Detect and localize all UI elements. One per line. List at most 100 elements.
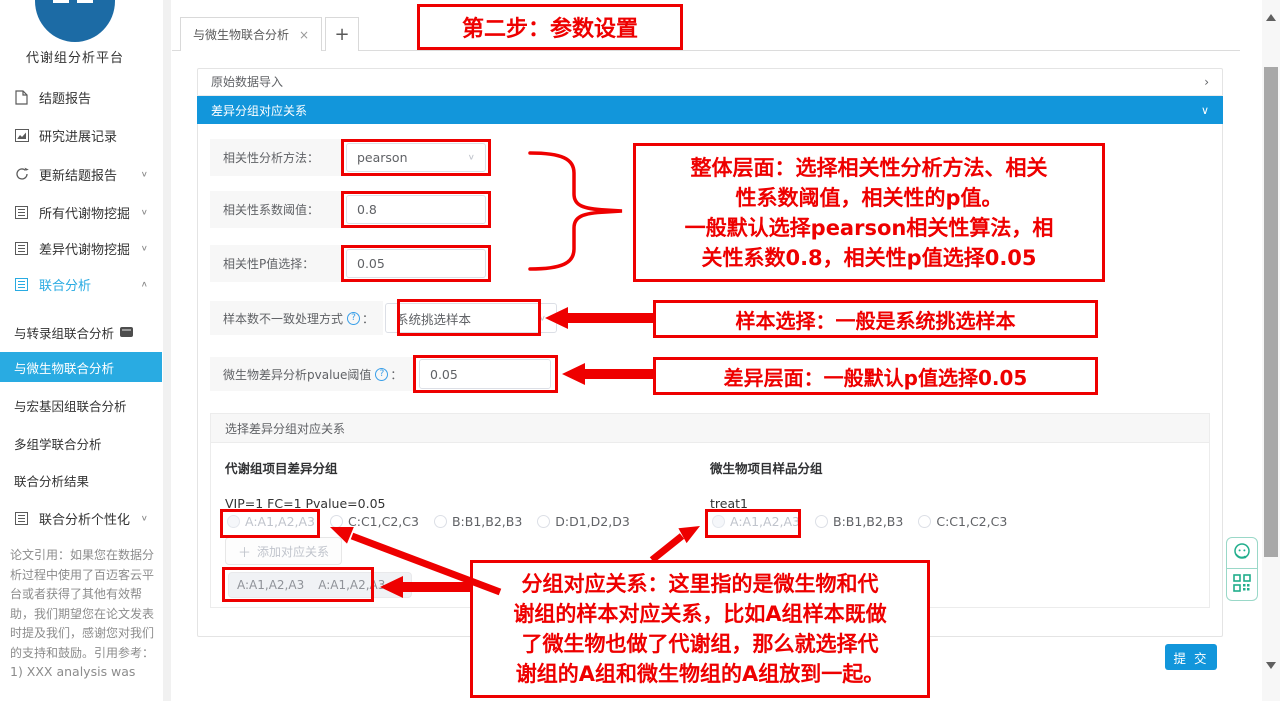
list-icon [14,205,29,220]
sidebar-item-metagenome-joint[interactable]: 与宏基因组联合分析 [0,391,162,419]
chevron-down-icon[interactable]: ∨ [141,244,148,253]
chevron-down-icon: ∨ [1201,104,1209,117]
sidebar-item-label: 与微生物联合分析 [14,358,114,377]
radio-microbe-A[interactable]: A:A1,A2,A3 [712,514,800,529]
radio-icon [434,515,447,528]
sidebar-item-multiomics-joint[interactable]: 多组学联合分析 [0,429,162,457]
refresh-icon [14,167,29,182]
add-tab-button[interactable]: + [325,17,359,51]
sidebar-item-label: 所有代谢物挖掘 [39,203,130,222]
annotation-overall-level: 整体层面：选择相关性分析方法、相关 性系数阈值，相关性的p值。 一般默认选择pe… [633,143,1105,282]
radio-metabolome-D[interactable]: D:D1,D2,D3 [537,514,630,529]
radio-microbe-C[interactable]: C:C1,C2,C3 [918,514,1007,529]
microbe-pvalue-input[interactable]: 0.05 [419,359,551,389]
list-icon [14,277,29,292]
microbe-group-name: treat1 [710,496,748,511]
radio-icon [712,515,725,528]
monitor-icon [120,327,133,337]
list-icon [14,511,29,526]
sidebar-item-joint-results[interactable]: 联合分析结果 [0,466,162,494]
scroll-up-icon[interactable] [1266,14,1276,21]
correlation-pvalue-input[interactable]: 0.05 [346,249,486,278]
headset-icon [1232,541,1252,565]
tab-microbe-joint[interactable]: 与微生物联合分析 × [180,17,322,51]
chevron-down-icon: ∨ [539,314,546,323]
customer-service-button[interactable] [1226,537,1258,569]
floating-toolbar [1226,537,1258,601]
plus-icon: ＋ [238,542,251,561]
annotation-group-mapping: 分组对应关系：这里指的是微生物和代 谢组的样本对应关系，比如A组样本既做 了微生… [470,560,930,698]
sample-mismatch-select[interactable]: 系统挑选样本 ∨ [385,303,557,333]
radio-icon [815,515,828,528]
chevron-down-icon[interactable]: ∨ [141,208,148,217]
sidebar-item-all-metabolites[interactable]: 所有代谢物挖掘 ∨ [0,198,162,226]
sidebar-item-label: 多组学联合分析 [14,434,102,453]
qr-code-button[interactable] [1226,569,1258,601]
app-title: 代谢组分析平台 [0,47,150,66]
logo-icon [35,0,115,42]
radio-icon [918,515,931,528]
sidebar-item-joint-personalize[interactable]: 联合分析个性化 ∨ [0,504,162,532]
radio-microbe-B[interactable]: B:B1,B2,B3 [815,514,903,529]
sidebar-item-label: 结题报告 [39,88,91,107]
annotation-diff-level: 差异层面：一般默认p值选择0.05 [653,357,1098,395]
chevron-right-icon: › [1204,75,1209,89]
sidebar-item-label: 联合分析结果 [14,471,89,490]
sidebar-item-diff-metabolites[interactable]: 差异代谢物挖掘 ∨ [0,234,162,262]
sidebar-item-report[interactable]: 结题报告 [0,83,162,111]
sidebar-item-transcriptome-joint[interactable]: 与转录组联合分析 [0,318,162,346]
sidebar-item-update-report[interactable]: 更新结题报告 ∨ [0,160,162,188]
radio-icon [227,515,240,528]
document-icon [14,90,29,105]
panel-diff-group-mapping[interactable]: 差异分组对应关系 ∨ [197,96,1223,124]
chevron-up-icon[interactable]: ∧ [141,280,148,289]
sidebar: 代谢组分析平台 结题报告 研究进展记录 更新结题报告 ∨ 所有代谢物挖掘 [0,0,162,701]
sidebar-item-progress[interactable]: 研究进展记录 [0,121,162,149]
close-icon[interactable]: × [299,28,309,42]
radio-icon [330,515,343,528]
scrollbar-thumb[interactable] [1264,67,1278,557]
panel-title: 差异分组对应关系 [211,102,307,119]
group-mapping-section-header: 选择差异分组对应关系 [210,413,1210,443]
microbe-column-title: 微生物项目样品分组 [710,458,823,477]
sidebar-item-label: 与宏基因组联合分析 [14,396,127,415]
citation-text: 论文引用：如果您在数据分析过程中使用了百迈客云平台或者获得了其他有效帮助，我们期… [10,546,158,663]
page-scrollbar[interactable] [1262,0,1280,701]
sidebar-item-label: 与转录组联合分析 [14,323,114,342]
microbe-group-options: A:A1,A2,A3 B:B1,B2,B3 C:C1,C2,C3 [712,514,1022,529]
metabolome-column-title: 代谢组项目差异分组 [225,458,338,477]
chevron-down-icon[interactable]: ∨ [141,514,148,523]
metabolome-group-options: A:A1,A2,A3 C:C1,C2,C3 B:B1,B2,B3 D:D1,D2… [227,514,645,529]
help-icon[interactable]: ? [347,312,360,325]
sidebar-item-label: 联合分析个性化 [39,509,130,528]
add-mapping-button[interactable]: ＋ 添加对应关系 [225,537,342,565]
app: 代谢组分析平台 结题报告 研究进展记录 更新结题报告 ∨ 所有代谢物挖掘 [0,0,1280,701]
annotation-step-title: 第二步：参数设置 [417,4,683,50]
correlation-method-select[interactable]: pearson ∨ [346,143,486,172]
tab-label: 与微生物联合分析 [193,26,289,43]
sidebar-item-label: 联合分析 [39,275,91,294]
sidebar-item-label: 更新结题报告 [39,165,117,184]
chart-icon [14,128,29,143]
sample-mismatch-label: 样本数不一致处理方式 ? ： [210,301,383,335]
annotation-sample-selection: 样本选择：一般是系统挑选样本 [653,300,1098,338]
correlation-coefficient-input[interactable]: 0.8 [346,195,486,224]
mapping-pair-tag[interactable]: A:A1,A2,A3 A:A1,A2,A3 × [228,572,412,598]
sidebar-item-microbe-joint[interactable]: 与微生物联合分析 [0,352,162,382]
radio-metabolome-C[interactable]: C:C1,C2,C3 [330,514,419,529]
microbe-pvalue-label: 微生物差异分析pvalue阈值 ? ： [210,357,413,391]
chevron-down-icon: ∨ [468,153,475,162]
remove-tag-icon[interactable]: × [393,578,403,592]
metabolome-group-criteria: VIP=1 FC=1 Pvalue=0.05 [225,496,385,511]
qr-code-icon [1233,574,1251,596]
radio-metabolome-B[interactable]: B:B1,B2,B3 [434,514,522,529]
radio-metabolome-A[interactable]: A:A1,A2,A3 [227,514,315,529]
list-icon [14,241,29,256]
submit-button[interactable]: 提 交 [1165,644,1217,670]
sidebar-scroll-track[interactable] [163,0,171,701]
sidebar-item-joint-analysis[interactable]: 联合分析 ∧ [0,270,162,298]
scroll-down-icon[interactable] [1266,662,1276,669]
help-icon[interactable]: ? [375,368,388,381]
chevron-down-icon[interactable]: ∨ [141,170,148,179]
panel-raw-data-import[interactable]: 原始数据导入 › [197,68,1223,96]
